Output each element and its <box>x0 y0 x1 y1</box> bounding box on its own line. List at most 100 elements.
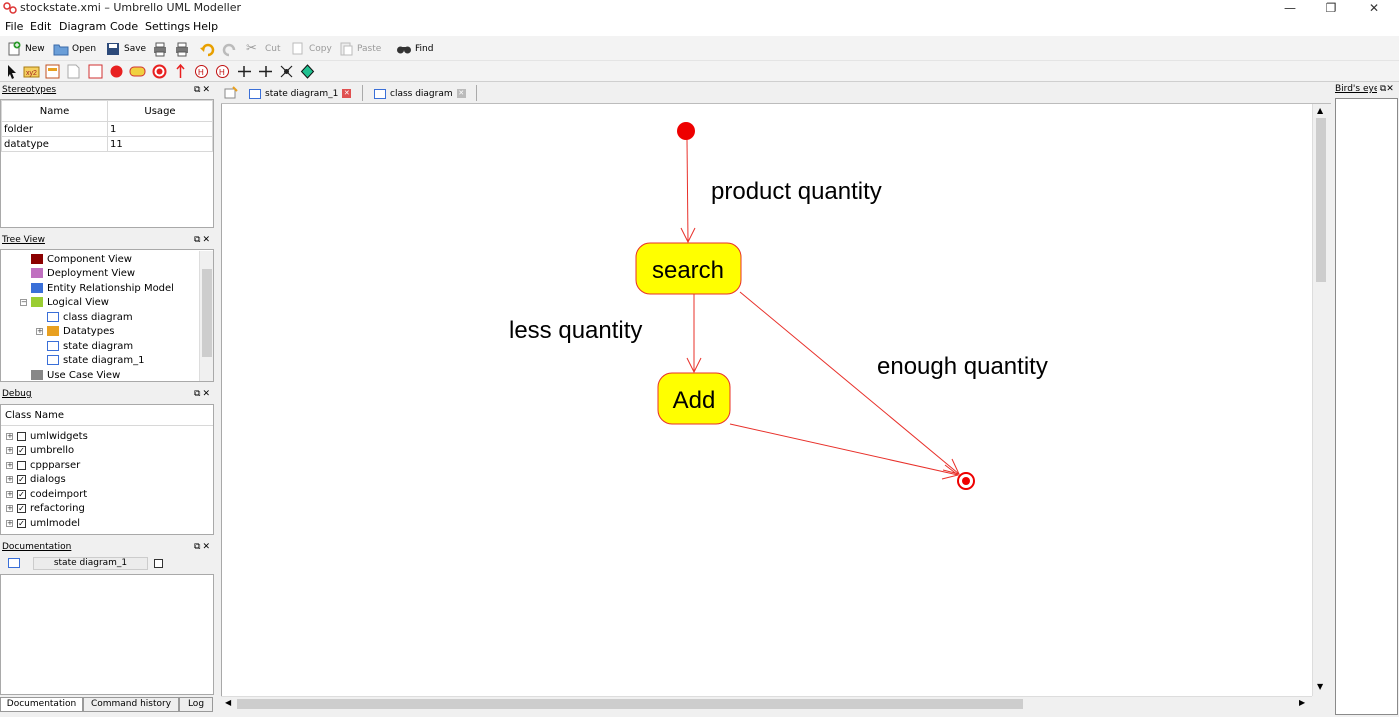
column-header-usage[interactable]: Usage <box>107 100 213 122</box>
menu-code[interactable]: Code <box>110 20 138 33</box>
debug-item-dialogs[interactable]: + ✓ dialogs <box>6 472 66 486</box>
tree-item-datatypes[interactable]: + Datatypes <box>36 324 114 338</box>
table-row[interactable]: datatype 11 <box>1 136 213 152</box>
checkbox-checked[interactable]: ✓ <box>17 518 26 528</box>
debug-item-cppparser[interactable]: + cppparser <box>6 458 80 472</box>
box-xy-icon[interactable]: xy2 <box>23 63 40 80</box>
tree-scrollbar[interactable] <box>199 251 213 381</box>
choice-icon[interactable] <box>299 63 316 80</box>
deep-history-icon[interactable]: H <box>193 63 210 80</box>
print-preview-icon[interactable] <box>174 41 190 57</box>
canvas-vertical-scrollbar[interactable]: ▲ ▼ <box>1312 104 1329 696</box>
tree-item-entity-relationship-model[interactable]: Entity Relationship Model <box>31 281 174 295</box>
scroll-up-icon[interactable]: ▲ <box>1317 106 1323 115</box>
expand-icon[interactable]: + <box>36 327 43 335</box>
initial-state[interactable] <box>677 122 695 140</box>
dock-float-close-icons[interactable]: ⧉✕ <box>1380 84 1394 94</box>
undo-icon[interactable] <box>199 41 215 57</box>
transition-label-less-quantity[interactable]: less quantity <box>509 317 642 344</box>
copy-button[interactable]: Copy <box>290 39 332 58</box>
table-row[interactable]: folder 1 <box>1 121 213 137</box>
close-button[interactable]: ✕ <box>1354 0 1394 17</box>
open-button[interactable]: Open <box>53 39 96 58</box>
menu-help[interactable]: Help <box>193 20 218 33</box>
diagram-canvas[interactable]: product quantity search less quantity Ad… <box>221 104 1312 696</box>
tree-item-deployment-view[interactable]: Deployment View <box>31 266 135 280</box>
tab-class-diagram[interactable]: class diagram ✕ <box>374 84 466 103</box>
tab-documentation[interactable]: Documentation <box>0 697 83 712</box>
documentation-checkbox[interactable] <box>154 559 163 568</box>
debug-item-umlmodel[interactable]: + ✓ umlmodel <box>6 516 80 530</box>
close-tab-icon[interactable]: ✕ <box>456 89 466 98</box>
minimize-button[interactable]: — <box>1270 0 1310 17</box>
tree-item-class-diagram[interactable]: class diagram <box>47 310 133 324</box>
paste-button[interactable]: Paste <box>338 39 381 58</box>
select-arrow-icon[interactable] <box>4 63 21 80</box>
transition-label-enough-quantity[interactable]: enough quantity <box>877 353 1048 380</box>
transition-label-product-quantity[interactable]: product quantity <box>711 178 882 205</box>
maximize-button[interactable]: ❐ <box>1311 0 1351 17</box>
expand-icon[interactable]: + <box>6 475 13 483</box>
column-header-name[interactable]: Name <box>1 100 108 122</box>
dock-float-close-icons[interactable]: ⧉✕ <box>194 389 212 399</box>
checkbox-checked[interactable]: ✓ <box>17 489 26 499</box>
checkbox-checked[interactable]: ✓ <box>17 445 26 455</box>
find-button[interactable]: Find <box>396 39 433 58</box>
debug-column-header[interactable]: Class Name <box>1 405 213 426</box>
box-icon[interactable] <box>87 63 104 80</box>
tree-item-state-diagram[interactable]: state diagram <box>47 339 133 353</box>
join-icon[interactable] <box>257 63 274 80</box>
new-button[interactable]: New <box>6 39 45 58</box>
checkbox[interactable] <box>17 431 26 441</box>
tree-item-state-diagram-1[interactable]: state diagram_1 <box>47 353 144 367</box>
expand-icon[interactable]: + <box>6 519 13 527</box>
transition-line[interactable] <box>686 139 689 243</box>
tab-log[interactable]: Log <box>179 697 213 712</box>
transition-arrow-icon[interactable] <box>172 63 189 80</box>
tab-state-diagram-1[interactable]: state diagram_1 ✕ <box>249 84 352 103</box>
scroll-right-icon[interactable]: ▶ <box>1299 698 1305 707</box>
checkbox[interactable] <box>17 460 26 470</box>
collapse-icon[interactable]: − <box>20 298 27 306</box>
transition-line[interactable] <box>729 423 959 476</box>
tree-item-use-case-view[interactable]: Use Case View <box>31 368 120 382</box>
text-line-icon[interactable] <box>44 63 61 80</box>
menu-edit[interactable]: Edit <box>30 20 51 33</box>
redo-icon[interactable] <box>222 41 238 57</box>
checkbox-checked[interactable]: ✓ <box>17 503 26 513</box>
dock-float-close-icons[interactable]: ⧉✕ <box>194 235 212 245</box>
menu-diagram[interactable]: Diagram <box>59 20 106 33</box>
tree-scroll-thumb[interactable] <box>202 269 212 357</box>
print-icon[interactable] <box>152 41 168 57</box>
transition-line[interactable] <box>739 291 960 475</box>
junction-icon[interactable] <box>278 63 295 80</box>
expand-icon[interactable]: + <box>6 432 13 440</box>
scroll-left-icon[interactable]: ◀ <box>225 698 231 707</box>
menu-settings[interactable]: Settings <box>145 20 190 33</box>
birds-eye-view[interactable] <box>1335 98 1398 715</box>
tree-item-component-view[interactable]: Component View <box>31 252 132 266</box>
end-state-icon[interactable] <box>151 63 168 80</box>
tab-command-history[interactable]: Command history <box>83 697 179 712</box>
cut-button[interactable]: ✂ Cut <box>246 39 281 58</box>
canvas-horizontal-scrollbar[interactable]: ◀ ▶ <box>221 696 1312 711</box>
shallow-history-icon[interactable]: H <box>214 63 231 80</box>
state-icon[interactable] <box>129 63 146 80</box>
debug-item-refactoring[interactable]: + ✓ refactoring <box>6 501 85 515</box>
checkbox-checked[interactable]: ✓ <box>17 474 26 484</box>
close-tab-icon[interactable]: ✕ <box>342 89 352 98</box>
dock-float-close-icons[interactable]: ⧉✕ <box>194 85 212 95</box>
expand-icon[interactable]: + <box>6 446 13 454</box>
dock-float-close-icons[interactable]: ⧉✕ <box>194 542 212 552</box>
horizontal-scroll-thumb[interactable] <box>237 699 1023 709</box>
debug-item-umbrello[interactable]: + ✓ umbrello <box>6 443 74 457</box>
new-tab-icon[interactable] <box>224 86 238 100</box>
vertical-scroll-thumb[interactable] <box>1316 118 1326 282</box>
expand-icon[interactable]: + <box>6 504 13 512</box>
scroll-down-icon[interactable]: ▼ <box>1317 682 1323 691</box>
documentation-textarea[interactable] <box>0 574 214 695</box>
debug-item-codeimport[interactable]: + ✓ codeimport <box>6 487 87 501</box>
expand-icon[interactable]: + <box>6 490 13 498</box>
fork-icon[interactable] <box>236 63 253 80</box>
note-icon[interactable] <box>65 63 82 80</box>
